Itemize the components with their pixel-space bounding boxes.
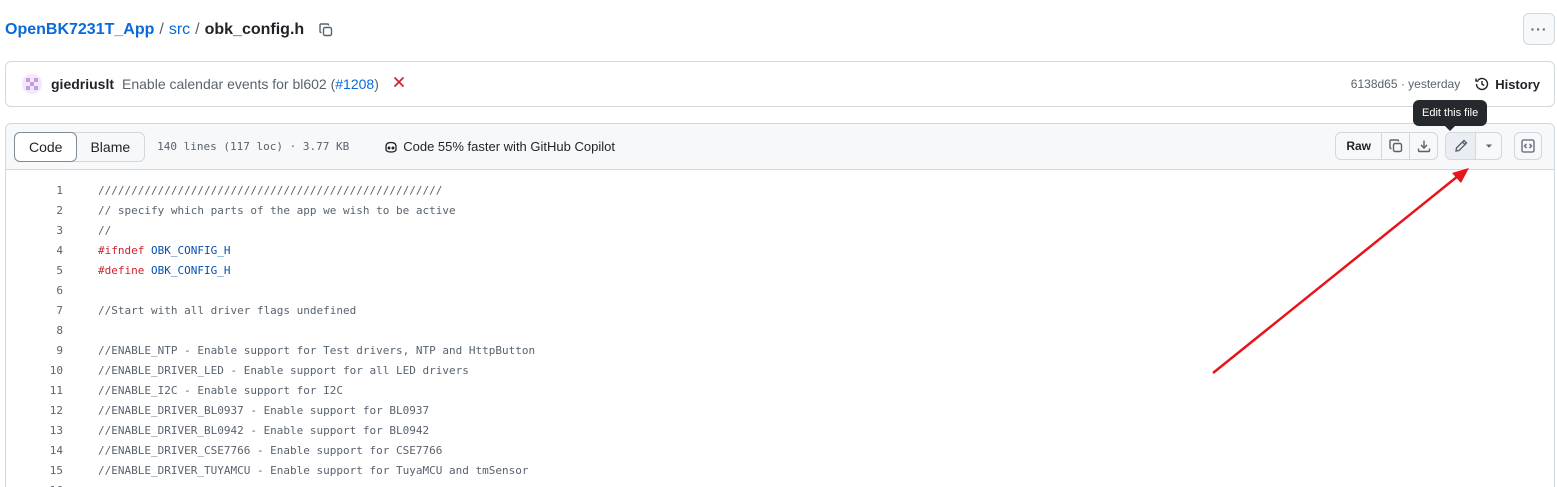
line-content: #define OBK_CONFIG_H — [63, 264, 230, 277]
breadcrumb: OpenBK7231T_App / src / obk_config.h — [5, 18, 336, 42]
line-number[interactable]: 6 — [6, 284, 63, 297]
triangle-down-icon — [1485, 144, 1492, 148]
line-number[interactable]: 14 — [6, 444, 63, 457]
macro-identifier: OBK_CONFIG_H — [150, 243, 231, 257]
breadcrumb-separator: / — [195, 21, 200, 38]
copilot-label: Code 55% faster with GitHub Copilot — [403, 139, 615, 154]
download-button[interactable] — [1409, 133, 1437, 159]
breadcrumb-file-name: obk_config.h — [204, 21, 305, 38]
code-view: 1///////////////////////////////////////… — [6, 170, 1554, 487]
symbols-panel-button[interactable] — [1514, 132, 1542, 160]
edit-dropdown-button[interactable] — [1475, 133, 1501, 159]
code-line: 13 //ENABLE_DRIVER_BL0942 - Enable suppor… — [6, 420, 1554, 440]
line-number[interactable]: 9 — [6, 344, 63, 357]
line-content: //ENABLE_DRIVER_BL0942 - Enable support … — [98, 423, 430, 437]
breadcrumb-separator: / — [159, 21, 164, 38]
line-number[interactable]: 10 — [6, 364, 63, 377]
copilot-icon — [385, 141, 397, 153]
tab-blame[interactable]: Blame — [76, 133, 144, 161]
line-number[interactable]: 7 — [6, 304, 63, 317]
line-number[interactable]: 1 — [6, 184, 63, 197]
history-button[interactable]: History — [1474, 76, 1540, 92]
line-content: //Start with all driver flags undefined — [98, 303, 357, 317]
line-number[interactable]: 5 — [6, 264, 63, 277]
line-number[interactable]: 11 — [6, 384, 63, 397]
line-content: //ENABLE_DRIVER_BL0937 - Enable support … — [98, 403, 430, 417]
line-content: //ENABLE_DRIVER_TUYAMCU - Enable support… — [98, 463, 529, 477]
line-number[interactable]: 16 — [6, 484, 63, 487]
line-content: //ENABLE_NTP - Enable support for Test d… — [98, 343, 536, 357]
commit-message[interactable]: Enable calendar events for bl602 (#1208) — [122, 76, 379, 92]
code-line: 12 //ENABLE_DRIVER_BL0937 - Enable suppor… — [6, 400, 1554, 420]
tab-code[interactable]: Code — [14, 131, 78, 162]
line-content: #ifndef OBK_CONFIG_H — [63, 244, 230, 257]
code-line: 3 // — [6, 220, 1554, 240]
code-line: 15 //ENABLE_DRIVER_TUYAMCU - Enable suppo… — [6, 460, 1554, 480]
kebab-icon: ··· — [1530, 21, 1548, 37]
x-icon[interactable] — [393, 75, 405, 93]
macro-identifier: OBK_CONFIG_H — [150, 263, 231, 277]
file-actions: Raw — [1335, 132, 1542, 160]
commit-message-end: ) — [374, 76, 379, 92]
line-content: //ENABLE_I2C - Enable support for I2C — [98, 383, 344, 397]
line-content: // specify which parts of the app we wis… — [98, 203, 456, 217]
edit-actions-group — [1445, 132, 1502, 160]
commit-meta: 6138d65 · yesterday History — [1351, 76, 1540, 92]
code-line: 6 — [6, 280, 1554, 300]
edit-file-tooltip: Edit this file — [1413, 100, 1488, 131]
copy-raw-button[interactable] — [1381, 133, 1409, 159]
view-mode-switch: Code Blame — [14, 131, 146, 162]
line-number[interactable]: 8 — [6, 324, 63, 337]
history-icon — [1475, 77, 1489, 91]
raw-button[interactable]: Raw — [1336, 133, 1381, 159]
file-viewer: Code Blame 140 lines (117 loc) · 3.77 KB… — [5, 123, 1555, 487]
code-square-icon — [1521, 139, 1535, 153]
line-number[interactable]: 2 — [6, 204, 63, 217]
line-number[interactable]: 3 — [6, 224, 63, 237]
edit-file-button[interactable] — [1446, 133, 1475, 159]
line-content: // — [98, 223, 112, 237]
line-content: //ENABLE_DRIVER_LED - Enable support for… — [98, 363, 469, 377]
commit-message-text[interactable]: Enable calendar events for bl602 ( — [122, 76, 335, 92]
line-number[interactable]: 4 — [6, 244, 63, 257]
code-line: 11 //ENABLE_I2C - Enable support for I2C — [6, 380, 1554, 400]
breadcrumb-repo-link[interactable]: OpenBK7231T_App — [5, 21, 154, 39]
code-line: 4 #ifndef OBK_CONFIG_H — [6, 240, 1554, 260]
file-header: Code Blame 140 lines (117 loc) · 3.77 KB… — [6, 124, 1554, 170]
code-line: 8 — [6, 320, 1554, 340]
commit-hash-time[interactable]: 6138d65 · yesterday — [1351, 77, 1460, 91]
copilot-promo-link[interactable]: Code 55% faster with GitHub Copilot — [383, 139, 615, 155]
more-options-button[interactable]: ··· — [1523, 13, 1555, 45]
copy-icon — [1388, 139, 1402, 153]
raw-actions-group: Raw — [1335, 132, 1438, 160]
code-line: 14 //ENABLE_DRIVER_CSE7766 - Enable suppo… — [6, 440, 1554, 460]
preprocessor-keyword: #define — [98, 263, 145, 277]
breadcrumb-folder-link[interactable]: src — [169, 21, 190, 39]
pencil-icon — [1454, 139, 1467, 152]
preprocessor-keyword: #ifndef — [98, 243, 145, 257]
line-number[interactable]: 15 — [6, 464, 63, 477]
code-line: 10 //ENABLE_DRIVER_LED - Enable support f… — [6, 360, 1554, 380]
history-label: History — [1495, 76, 1540, 92]
line-number[interactable]: 13 — [6, 424, 63, 437]
code-line: 7 //Start with all driver flags undefined — [6, 300, 1554, 320]
line-content: //ENABLE_DRIVER_CSE7766 - Enable support… — [98, 443, 443, 457]
code-line: 9 //ENABLE_NTP - Enable support for Test … — [6, 340, 1554, 360]
avatar[interactable] — [22, 74, 42, 94]
download-icon — [1417, 140, 1430, 153]
code-line: 2 // specify which parts of the app we wi… — [6, 200, 1554, 220]
pull-request-link[interactable]: #1208 — [335, 76, 374, 92]
code-line: 16 — [6, 480, 1554, 487]
latest-commit-bar: giedriuslt Enable calendar events for bl… — [5, 61, 1555, 107]
copy-path-icon[interactable] — [316, 20, 336, 40]
code-line: 5 #define OBK_CONFIG_H — [6, 260, 1554, 280]
line-number[interactable]: 12 — [6, 404, 63, 417]
code-line: 1 ///////////////////////////////////////… — [6, 180, 1554, 200]
commit-author[interactable]: giedriuslt — [51, 76, 114, 92]
line-content: ////////////////////////////////////////… — [98, 183, 443, 197]
file-info: 140 lines (117 loc) · 3.77 KB — [157, 140, 350, 153]
